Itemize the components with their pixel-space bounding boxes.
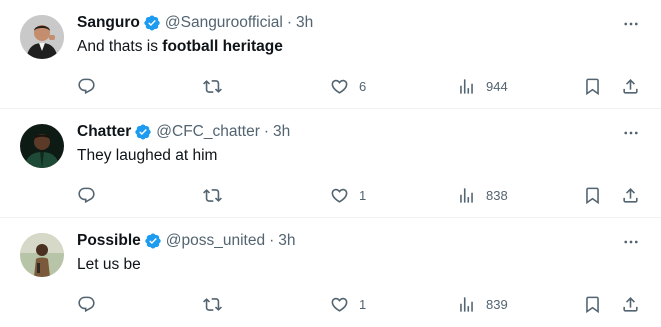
retweet-icon (203, 297, 222, 311)
author-name[interactable]: Sanguro (77, 14, 140, 32)
like-icon (331, 188, 348, 203)
reply-button[interactable] (77, 74, 96, 98)
tweet-text: Let us be (77, 256, 141, 274)
views-button[interactable]: 838 (457, 183, 508, 207)
views-icon (460, 296, 473, 312)
avatar[interactable] (20, 15, 64, 59)
like-count: 1 (359, 187, 367, 203)
separator-dot: · (286, 14, 293, 31)
like-button[interactable]: 1 (330, 183, 366, 207)
verified-badge-icon (143, 14, 161, 32)
more-icon[interactable] (621, 14, 641, 34)
like-count: 6 (359, 78, 367, 94)
views-button[interactable]: 944 (457, 74, 508, 98)
reply-icon (78, 78, 95, 94)
bookmark-icon (586, 78, 599, 95)
author-handle[interactable]: @Sanguroofficial (165, 14, 283, 32)
avatar[interactable] (20, 233, 64, 277)
retweet-button[interactable] (203, 292, 222, 316)
views-button[interactable]: 839 (457, 292, 508, 316)
retweet-button[interactable] (203, 183, 222, 207)
tweet-actions: 6 944 (0, 74, 661, 98)
verified-badge-icon (134, 123, 152, 141)
bookmark-icon (586, 296, 599, 313)
reply-button[interactable] (77, 183, 96, 207)
share-icon (623, 187, 638, 203)
tweet-header: Chatter @CFC_chatter · 3h (77, 122, 290, 142)
bookmark-button[interactable] (583, 292, 602, 316)
tweet-text-plain: They laughed at him (77, 147, 218, 164)
retweet-icon (203, 79, 222, 93)
share-icon (623, 78, 638, 94)
like-button[interactable]: 6 (330, 74, 366, 98)
retweet-button[interactable] (203, 74, 222, 98)
like-icon (331, 79, 348, 94)
views-count: 839 (486, 296, 508, 312)
tweet-text: They laughed at him (77, 147, 217, 165)
author-name[interactable]: Chatter (77, 123, 131, 141)
author-handle[interactable]: @CFC_chatter (156, 123, 260, 141)
retweet-icon (203, 188, 222, 202)
reply-button[interactable] (77, 292, 96, 316)
views-count: 838 (486, 187, 508, 203)
bookmark-button[interactable] (583, 74, 602, 98)
tweet-text-plain: Let us be (77, 256, 141, 273)
separator-dot: · (269, 232, 275, 249)
tweet-actions: 1 839 (0, 292, 661, 316)
tweet-item[interactable]: Chatter @CFC_chatter · 3h They laughed a… (0, 109, 661, 218)
avatar[interactable] (20, 124, 64, 168)
tweet-header: Possible @poss_united · 3h (77, 231, 296, 251)
verified-badge-icon (144, 232, 162, 250)
tweet-header: Sanguro @Sanguroofficial · 3h (77, 13, 313, 33)
tweet-item[interactable]: Sanguro @Sanguroofficial · 3h And thats … (0, 0, 661, 109)
share-icon (623, 296, 638, 312)
views-icon (460, 78, 473, 94)
separator-dot: · (263, 123, 270, 140)
timestamp[interactable]: 3h (278, 232, 295, 250)
timestamp[interactable]: 3h (296, 14, 313, 32)
like-icon (331, 297, 348, 312)
timestamp[interactable]: 3h (273, 123, 290, 141)
bookmark-button[interactable] (583, 183, 602, 207)
tweet-text-plain: And thats is (77, 38, 163, 55)
reply-icon (78, 187, 95, 203)
tweet-text: And thats is football heritage (77, 38, 283, 56)
more-icon[interactable] (621, 232, 641, 252)
share-button[interactable] (621, 183, 640, 207)
author-name[interactable]: Possible (77, 232, 141, 250)
reply-icon (78, 296, 95, 312)
author-handle[interactable]: @poss_united (166, 232, 265, 250)
tweet-text-bold: football heritage (162, 38, 283, 55)
tweet-item[interactable]: Possible @poss_united · 3h Let us be 1 8… (0, 218, 661, 327)
tweet-actions: 1 838 (0, 183, 661, 207)
share-button[interactable] (621, 292, 640, 316)
like-count: 1 (359, 296, 367, 312)
views-icon (460, 187, 473, 203)
views-count: 944 (486, 78, 508, 94)
tweet-feed: Sanguro @Sanguroofficial · 3h And thats … (0, 0, 661, 327)
bookmark-icon (586, 187, 599, 204)
share-button[interactable] (621, 74, 640, 98)
more-icon[interactable] (621, 123, 641, 143)
like-button[interactable]: 1 (330, 292, 366, 316)
